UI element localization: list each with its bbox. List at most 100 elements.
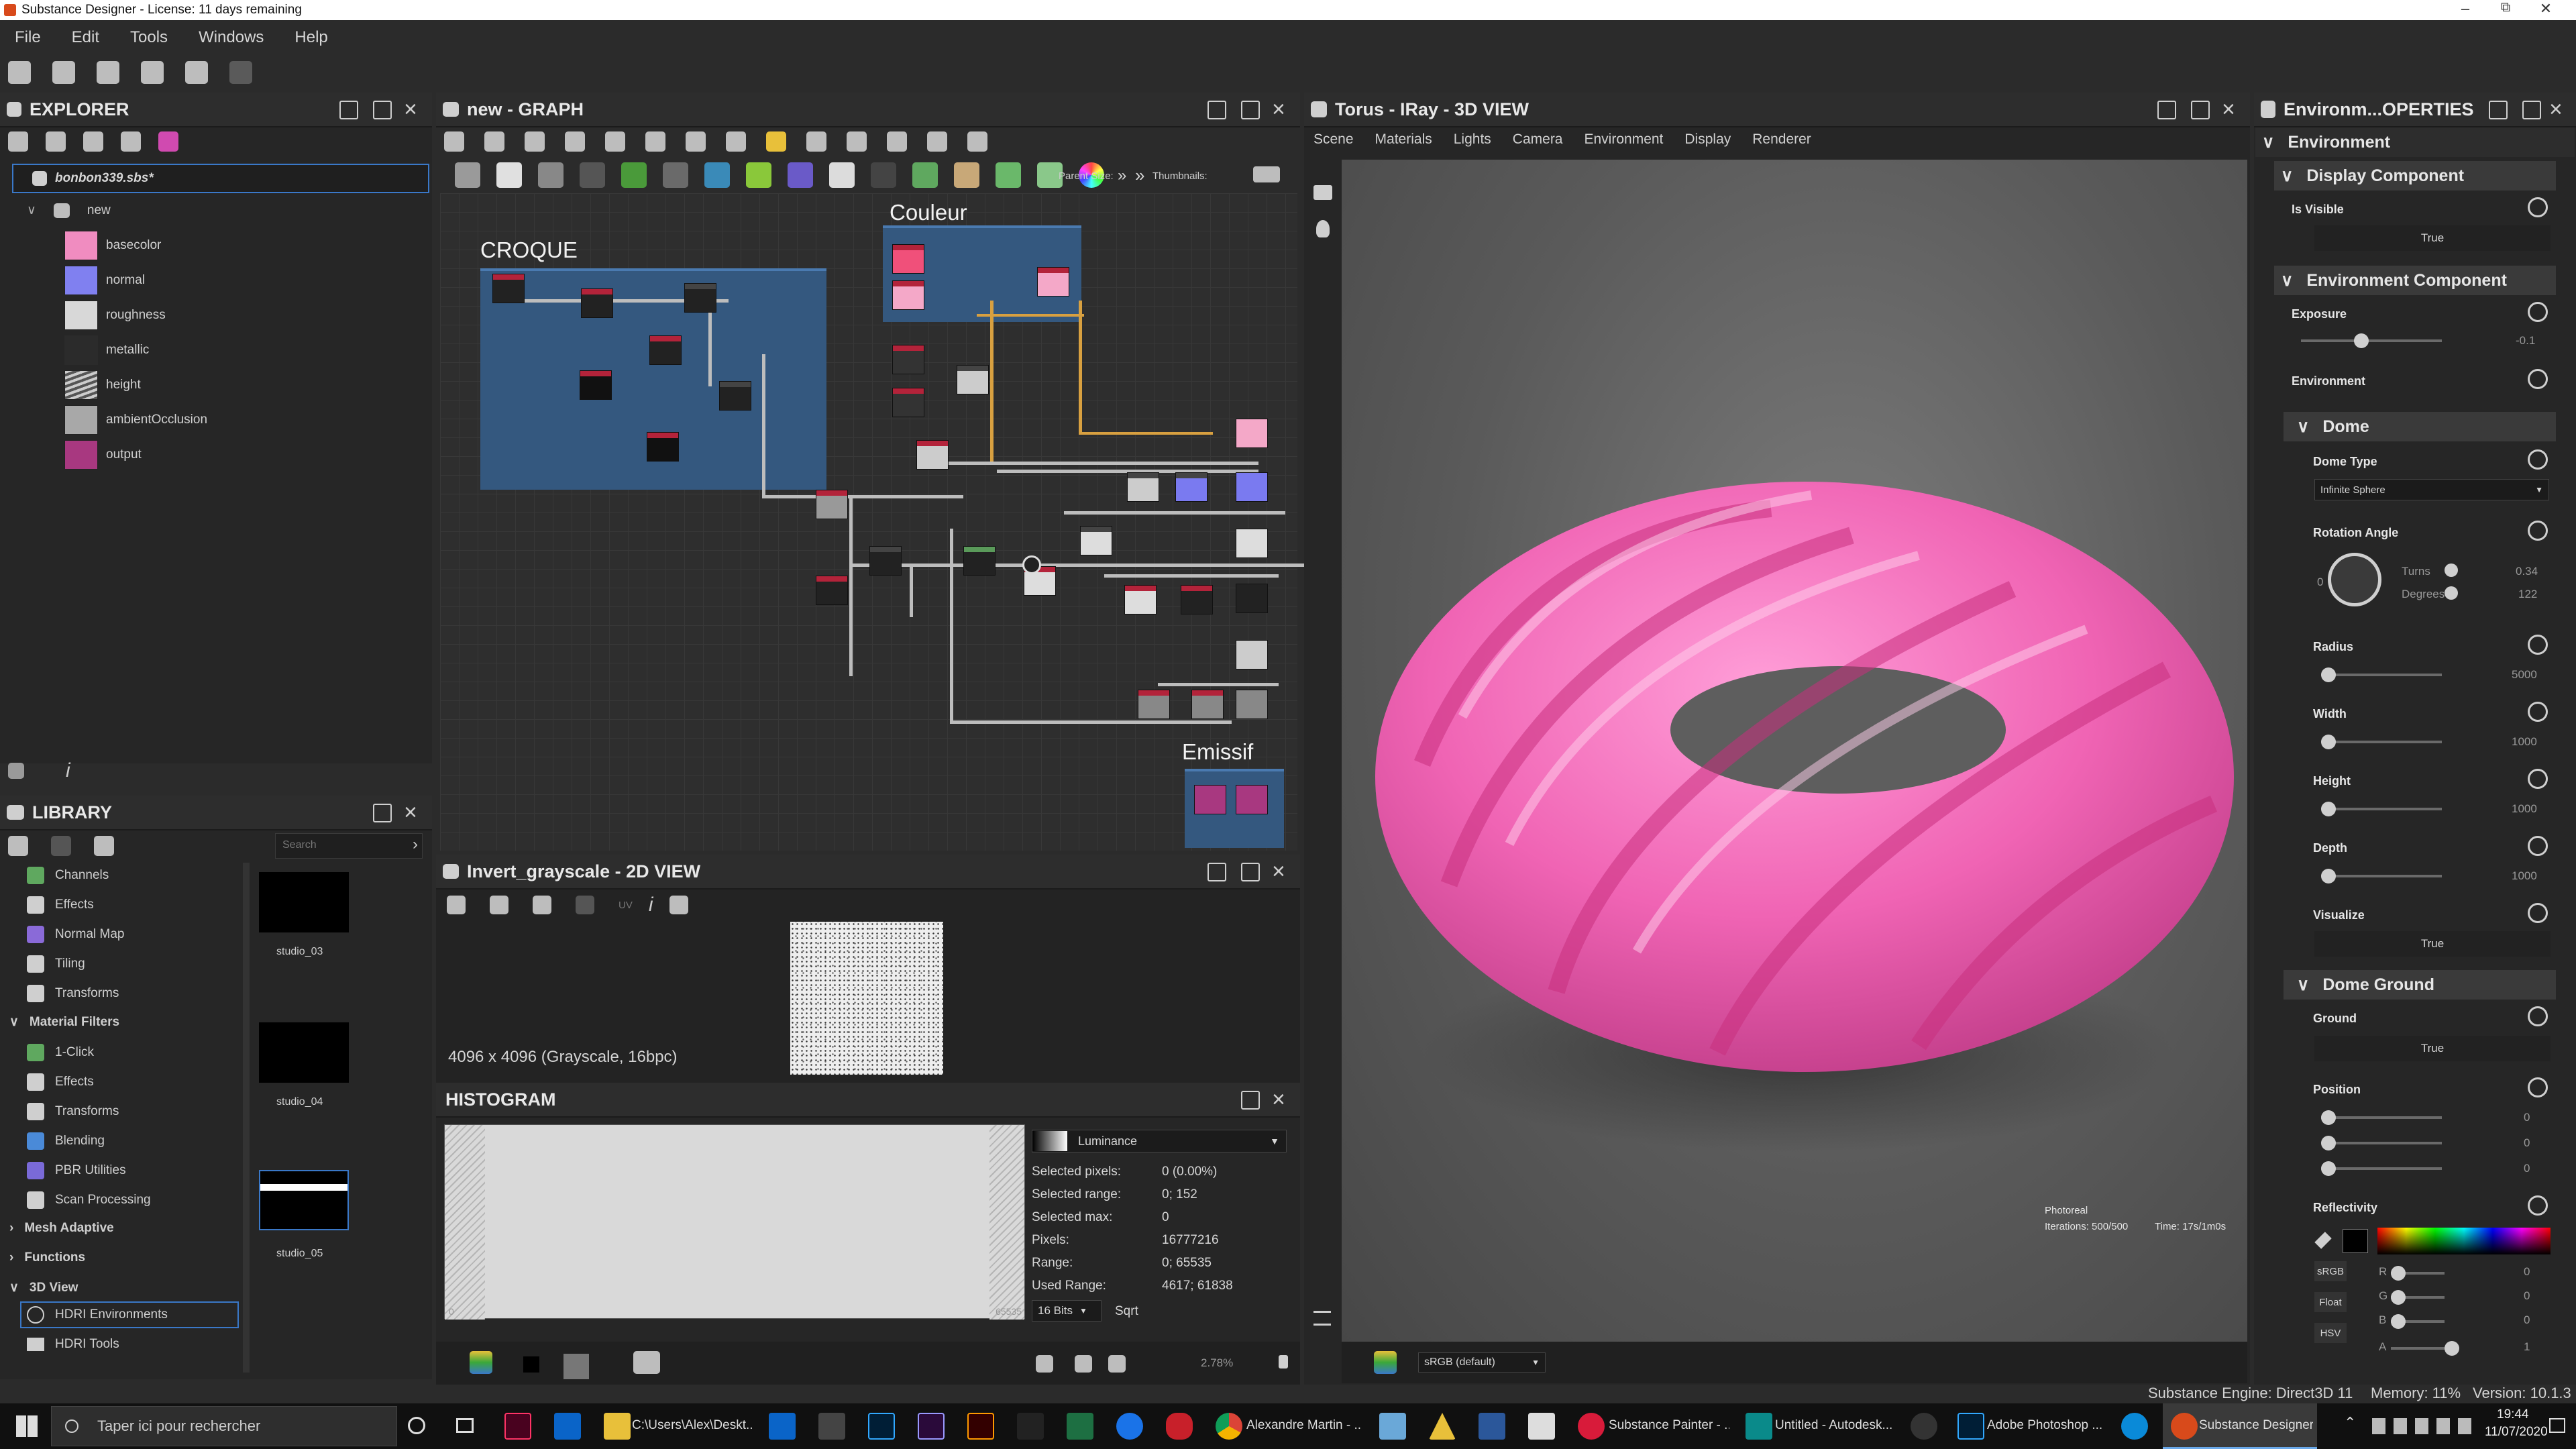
layers-icon[interactable] [470, 1351, 492, 1374]
task-label[interactable]: Adobe Photoshop ... [1987, 1418, 2108, 1433]
photoshop-icon[interactable] [868, 1413, 895, 1440]
graph-node[interactable] [1175, 472, 1208, 502]
lib-pbr-utilities[interactable]: PBR Utilities [27, 1162, 126, 1179]
color-swatch[interactable] [2343, 1229, 2368, 1253]
lib-channels[interactable]: Channels [27, 867, 109, 884]
align-icon[interactable] [766, 131, 786, 152]
pivot-icon[interactable] [1075, 1355, 1092, 1373]
node-blend-icon[interactable] [871, 162, 896, 188]
node-uniform-icon[interactable] [496, 162, 522, 188]
node-gradient-icon[interactable] [621, 162, 647, 188]
graph-node[interactable] [1236, 419, 1268, 448]
dome-type-select[interactable]: Infinite Sphere ▼ [2314, 479, 2549, 500]
depth-slider[interactable] [2321, 869, 2442, 883]
new-graph-icon[interactable] [52, 61, 75, 84]
slider-knob[interactable] [2445, 1341, 2459, 1356]
lib-mf-effects[interactable]: Effects [27, 1073, 94, 1091]
close-window-button[interactable]: ✕ [2529, 0, 2563, 20]
width-slider[interactable] [2321, 735, 2442, 749]
channel-b-slider[interactable] [2391, 1314, 2445, 1329]
output-roughness[interactable]: roughness [64, 301, 166, 330]
info-icon[interactable] [565, 131, 585, 152]
pin-icon[interactable] [2489, 101, 2508, 119]
calculator-icon[interactable] [818, 1413, 845, 1440]
menu-camera[interactable]: Camera [1513, 131, 1563, 148]
graph-node[interactable] [1181, 585, 1213, 614]
float-icon[interactable] [373, 804, 392, 822]
lib-hdri-tools[interactable]: HDRI Tools [27, 1338, 119, 1351]
graph-node[interactable] [1236, 785, 1268, 814]
node-hsl-icon[interactable] [996, 162, 1021, 188]
parent-size-button[interactable]: » [1118, 166, 1126, 185]
lib-blending[interactable]: Blending [27, 1132, 105, 1150]
graph-node[interactable] [963, 546, 996, 576]
position-z-slider[interactable] [2321, 1161, 2442, 1176]
library-search-input[interactable]: Search › [275, 833, 423, 859]
colorspace-select[interactable]: sRGB (default) ▼ [1418, 1352, 1546, 1373]
tray-icons[interactable] [2372, 1418, 2473, 1434]
share-icon[interactable] [686, 131, 706, 152]
copy-icon[interactable] [533, 896, 551, 914]
screenshot-icon[interactable] [633, 1351, 660, 1374]
gray-swatch[interactable] [564, 1354, 589, 1379]
luminance-select[interactable]: Luminance ▼ [1032, 1130, 1287, 1152]
graph-node[interactable] [719, 381, 751, 411]
section-environment-component[interactable]: ∨ Environment Component [2274, 266, 2556, 295]
histogram-chart[interactable]: 0 65535 [444, 1124, 1025, 1320]
float-icon[interactable] [373, 101, 392, 119]
outlook-icon[interactable] [554, 1413, 581, 1440]
lib-hdri-environments[interactable]: HDRI Environments [20, 1301, 239, 1328]
graph-node[interactable] [1236, 690, 1268, 719]
clock-time[interactable]: 19:44 [2497, 1407, 2529, 1422]
reset-icon[interactable] [2528, 449, 2548, 470]
close-icon[interactable]: × [2222, 98, 2235, 121]
graph-node[interactable] [892, 280, 924, 310]
substance-painter-icon[interactable] [1578, 1413, 1605, 1440]
node-input-icon[interactable] [954, 162, 979, 188]
slider-knob[interactable] [2321, 735, 2336, 749]
channel-r-slider[interactable] [2391, 1266, 2445, 1281]
graph-node[interactable] [581, 288, 613, 318]
tray-chevron-icon[interactable]: ⌃ [2344, 1414, 2356, 1432]
graph-node[interactable] [869, 546, 902, 576]
pin-icon[interactable] [1208, 863, 1226, 881]
explorer-publish-icon[interactable] [83, 131, 103, 152]
float-icon[interactable] [2522, 101, 2541, 119]
shield-icon[interactable] [1166, 1413, 1193, 1440]
radius-slider[interactable] [2321, 667, 2442, 682]
output-metallic[interactable]: metallic [64, 335, 149, 365]
thumb-studio-03[interactable] [259, 872, 349, 932]
pin-icon[interactable] [1208, 101, 1226, 119]
graph-node[interactable] [1236, 584, 1268, 613]
menu-tools[interactable]: Tools [130, 28, 168, 47]
explorer-pink-icon[interactable] [158, 131, 178, 152]
task-label[interactable]: Substance Painter - ... [1609, 1418, 1729, 1433]
menu-environment[interactable]: Environment [1585, 131, 1664, 148]
expand-icon[interactable]: › [413, 835, 418, 854]
lib-effects[interactable]: Effects [27, 896, 94, 914]
open-icon[interactable] [97, 61, 119, 84]
graph-node[interactable] [816, 490, 848, 519]
ground-field[interactable]: True [2314, 1036, 2551, 1061]
new-package-icon[interactable] [8, 61, 31, 84]
close-icon[interactable]: × [1272, 1088, 1285, 1111]
browser-icon[interactable] [1116, 1413, 1143, 1440]
sqrt-checkbox[interactable]: Sqrt [1115, 1304, 1138, 1319]
info-icon[interactable]: i [66, 759, 70, 782]
autodesk-icon[interactable] [1746, 1413, 1772, 1440]
slider-knob[interactable] [2391, 1266, 2406, 1281]
close-icon[interactable]: × [404, 98, 417, 121]
task-view-icon[interactable] [456, 1418, 474, 1433]
save-icon[interactable] [490, 896, 508, 914]
degrees-knob[interactable] [2445, 586, 2458, 600]
grid-icon[interactable] [726, 131, 746, 152]
pin-icon[interactable] [2157, 101, 2176, 119]
reset-icon[interactable] [2528, 635, 2548, 655]
section-display-component[interactable]: ∨ Display Component [2274, 161, 2556, 191]
reset-icon[interactable] [2528, 197, 2548, 217]
grid-icon[interactable] [1036, 1355, 1053, 1373]
position-x-slider[interactable] [2321, 1110, 2442, 1125]
reset-icon[interactable] [2528, 1077, 2548, 1097]
slider-knob[interactable] [2321, 667, 2336, 682]
search-icon[interactable] [605, 131, 625, 152]
